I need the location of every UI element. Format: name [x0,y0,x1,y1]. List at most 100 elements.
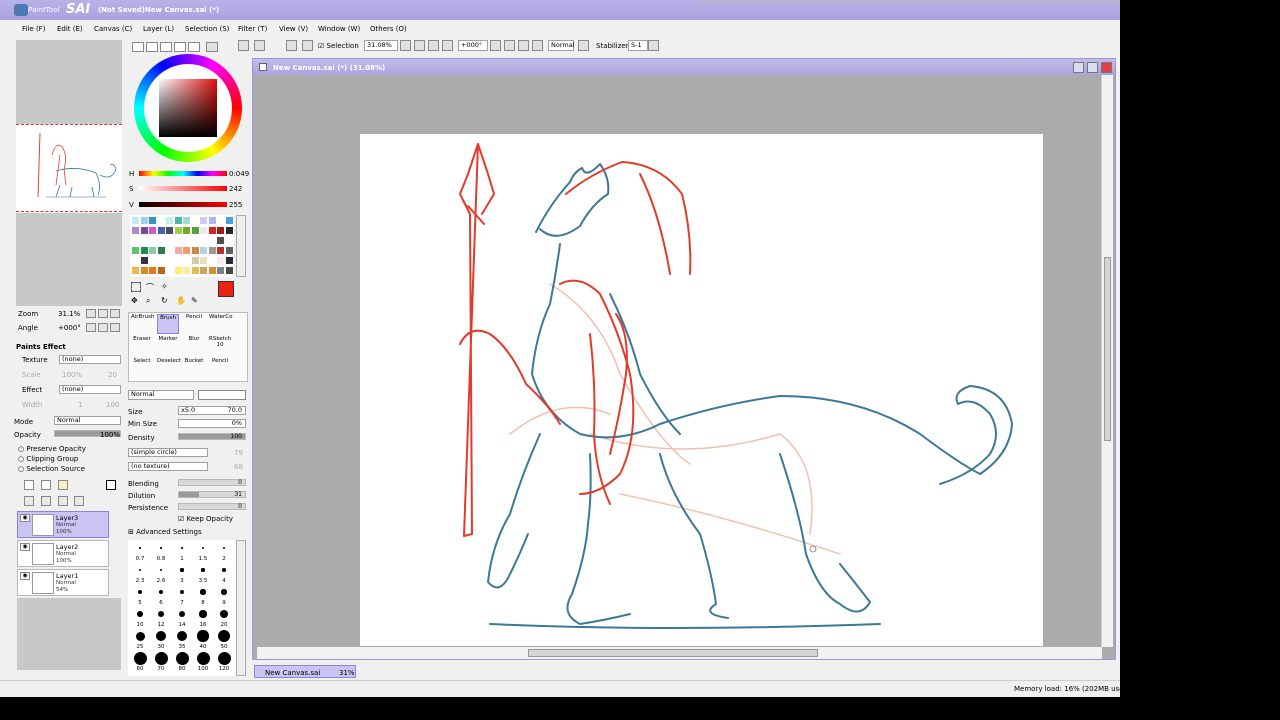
new-layer-icon[interactable] [24,480,34,490]
brush-size-dot[interactable] [159,568,163,572]
color-swatch[interactable] [225,237,233,244]
color-swatch[interactable] [183,267,190,274]
density-slider[interactable]: 100 [178,433,246,440]
selection-checkbox[interactable]: ☑ Selection [318,42,359,50]
dilution-slider[interactable]: 31 [178,491,246,498]
brush-size-dot[interactable] [222,546,226,550]
color-swatch[interactable] [166,227,173,234]
hand-icon[interactable]: ✋ [176,296,186,306]
brush-mode-select[interactable]: Normal [128,390,194,400]
delete-layer-icon[interactable] [74,496,84,506]
persistence-slider[interactable]: 0 [178,503,246,510]
color-swatch[interactable] [166,257,173,264]
tool-select[interactable]: Select [131,358,153,378]
color-swatch[interactable] [149,267,156,274]
brush-size-dot[interactable] [221,589,227,595]
paints-effect-header[interactable]: Paints Effect [16,343,66,351]
tool-airbrush[interactable]: AirBrush [131,314,154,334]
color-swatch[interactable] [191,257,199,264]
stabilizer-dropdown-icon[interactable] [648,40,659,51]
zoom-out-icon[interactable] [414,40,425,51]
color-swatch[interactable] [140,257,148,264]
brush-size-scrollbar[interactable] [236,540,246,676]
color-swatch[interactable] [225,257,233,264]
new-linework-layer-icon[interactable] [41,480,51,490]
brush-size-dot[interactable] [154,651,168,665]
color-swatch[interactable] [183,247,190,254]
color-wheel[interactable] [134,54,242,162]
color-swatch[interactable] [157,267,165,274]
clear-layer-icon[interactable] [58,496,68,506]
visibility-eye-icon[interactable]: ◉ [20,514,30,522]
color-swatch[interactable] [149,237,156,244]
brush-size-dot[interactable] [222,568,226,572]
brush-size-dot[interactable] [196,651,210,665]
color-swatch[interactable] [174,267,182,274]
brush-size-dot[interactable] [181,547,183,549]
color-swatch[interactable] [132,237,139,244]
color-swatch[interactable] [166,217,173,224]
brush-size-dot[interactable] [201,546,205,550]
rotate-left-button[interactable] [86,323,96,332]
brush-shape-select[interactable]: (simple circle) [128,448,208,457]
brush-size-dot[interactable] [160,547,162,549]
vertical-scrollbar[interactable] [1101,75,1113,647]
invert-selection-icon[interactable] [302,40,313,51]
color-swatch[interactable] [183,237,190,244]
tool-marker[interactable]: Marker [157,336,179,356]
color-swatch[interactable] [217,257,224,264]
tool-eraser[interactable]: Eraser [131,336,153,356]
menu-file[interactable]: File (F) [22,25,45,33]
color-swatch[interactable] [200,217,207,224]
layer-mode-select[interactable]: Normal [54,416,121,425]
color-swatch[interactable] [174,227,182,234]
layer-mask-icon[interactable] [106,480,116,490]
color-swatch[interactable] [200,227,207,234]
color-swatch[interactable] [132,257,139,264]
color-swatch[interactable] [225,247,233,254]
color-swatch[interactable] [166,267,173,274]
panel-options-icon[interactable] [206,42,218,52]
color-swatch[interactable] [157,257,165,264]
swatch-scrollbar[interactable] [236,215,246,277]
menu-canvas[interactable]: Canvas (C) [94,25,132,33]
brush-size-dot[interactable] [137,589,142,594]
hue-slider[interactable] [139,171,227,176]
menu-others[interactable]: Others (O) [370,25,407,33]
color-swatch[interactable] [174,237,182,244]
brush-size-dot[interactable] [217,629,231,643]
color-swatch[interactable] [149,247,156,254]
color-swatch[interactable] [200,237,207,244]
color-swatch[interactable] [225,227,233,234]
zoom-dropdown-icon[interactable] [400,40,411,51]
close-button[interactable] [1101,62,1112,73]
color-swatch[interactable] [217,267,224,274]
color-swatch[interactable] [217,247,224,254]
color-swatch[interactable] [174,247,182,254]
color-swatch[interactable] [217,237,224,244]
color-swatch[interactable] [166,237,173,244]
brush-size-dot[interactable] [217,651,231,665]
blending-slider[interactable]: 0 [178,479,246,486]
visibility-eye-icon[interactable]: ◉ [20,543,30,551]
merge-down-icon[interactable] [41,496,51,506]
magic-wand-icon[interactable]: ✧ [161,282,171,292]
brush-size-dot[interactable] [176,630,188,642]
brush-size-dot[interactable] [157,610,165,618]
layer-row-layer1[interactable]: ◉ Layer1 Normal 54% [17,569,109,596]
layer-row-layer3[interactable]: ◉ Layer3 Normal 100% [17,511,109,538]
tool-pencil[interactable]: Pencil [183,314,205,334]
tool-deselect[interactable]: Deselect [157,358,181,378]
color-swatch[interactable] [183,257,190,264]
color-swatch[interactable] [208,217,216,224]
undo-icon[interactable] [238,40,249,51]
color-swatch[interactable] [200,257,207,264]
color-swatch[interactable] [166,247,173,254]
menu-view[interactable]: View (V) [279,25,308,33]
zoom-in-button[interactable] [98,309,108,318]
brush-size-dot[interactable] [197,630,209,642]
primary-color-swatch[interactable] [218,281,234,297]
color-swatch[interactable] [149,257,156,264]
drawing-canvas[interactable] [360,134,1043,646]
color-swatch[interactable] [157,227,165,234]
